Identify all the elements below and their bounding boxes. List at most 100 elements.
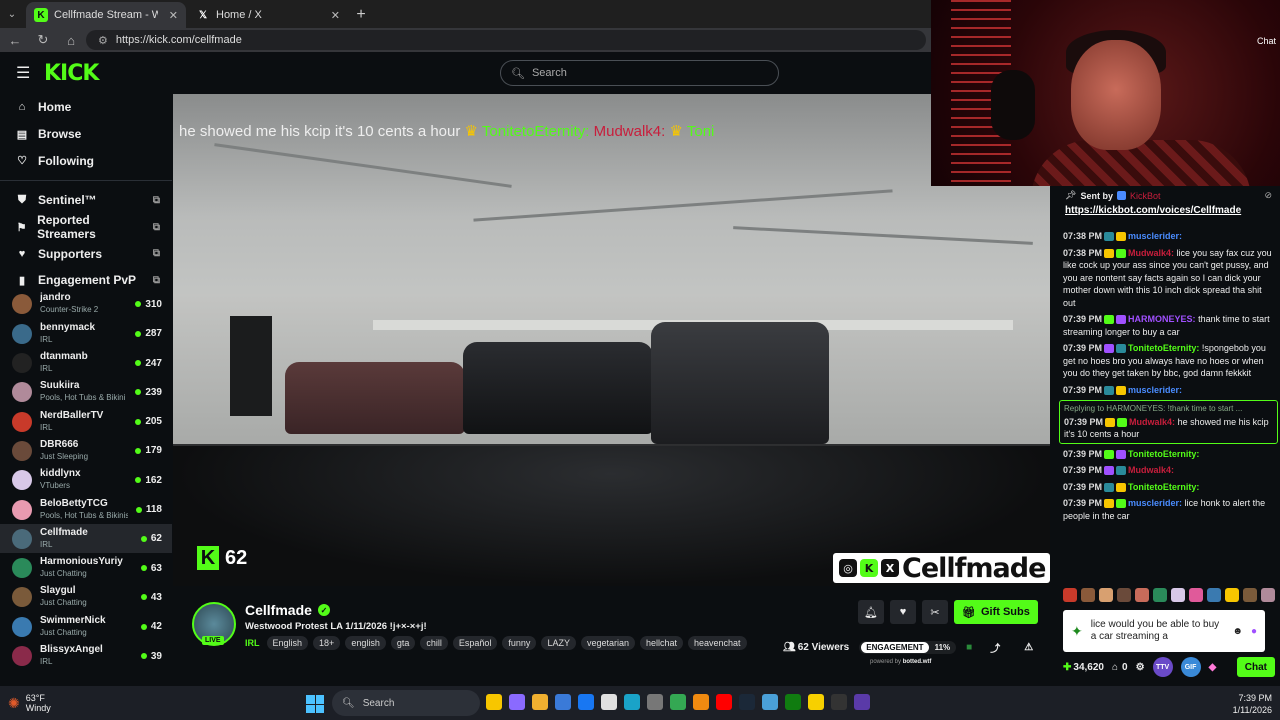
chat-message[interactable]: 07:38 PM Mudwalk4: lice you say fax cuz y… (1063, 247, 1274, 310)
amazon-icon[interactable] (601, 694, 617, 710)
weather-widget[interactable]: ✺ 63°F Windy (8, 693, 51, 713)
emote-icon[interactable] (1063, 588, 1077, 602)
green-square-icon[interactable]: ■ (966, 642, 972, 653)
taskbar-search[interactable]: 🔍︎ Search (332, 690, 480, 716)
sidebar-channel-belobettytcg[interactable]: BeloBettyTCG Pools, Hot Tubs & Bikinis 118 (0, 495, 172, 524)
sidebar-channel-blissyxangel[interactable]: BlissyxAngel IRL 39 (0, 641, 172, 670)
search-input[interactable]: 🔍︎ Search (500, 60, 779, 86)
chat-message[interactable]: 07:39 PM TonitetoEternity: !spongebob you… (1063, 342, 1274, 380)
stream-tag[interactable]: Español (452, 636, 498, 650)
settings-icon[interactable]: ⚙ (1136, 662, 1145, 673)
emoji-icon[interactable]: ☻ (1232, 626, 1243, 637)
emote-icon[interactable] (1081, 588, 1095, 602)
youtube-icon[interactable] (716, 694, 732, 710)
stream-tag[interactable]: 18+ (313, 636, 341, 650)
close-tab-icon[interactable]: ✕ (331, 9, 340, 22)
popout-icon[interactable]: ⧉ (153, 222, 160, 233)
message-user[interactable]: musclerider: (1128, 385, 1182, 395)
channel-points[interactable]: 34,620 (1073, 662, 1104, 673)
chat-message[interactable]: 07:39 PM Mudwalk4: (1063, 464, 1274, 477)
emote-icon[interactable] (1207, 588, 1221, 602)
stream-tag[interactable]: LAZY (541, 636, 576, 650)
emote-icon[interactable] (1135, 588, 1149, 602)
tab-x-home[interactable]: 𝕏 Home / X ✕ (188, 2, 348, 28)
sidebar-channel-kiddlynx[interactable]: kiddlynx VTubers 162 (0, 466, 172, 495)
obs-icon[interactable] (831, 694, 847, 710)
popout-icon[interactable]: ⧉ (153, 248, 160, 259)
sidebar-channel-jandro[interactable]: jandro Counter-Strike 2 310 (0, 290, 172, 319)
engagement-meter[interactable]: ENGAGEMENT 11% (859, 641, 957, 654)
streamer-name[interactable]: Cellfmade (245, 602, 312, 618)
message-user[interactable]: Mudwalk4: (1128, 465, 1174, 475)
message-user[interactable]: musclerider: (1128, 498, 1182, 508)
home-icon[interactable]: ⌂ (64, 33, 78, 48)
gift-subs-button[interactable]: 🎁︎ Gift Subs (954, 600, 1038, 624)
app-icon[interactable] (762, 694, 778, 710)
sparkle-icon[interactable]: ✦ (1071, 623, 1083, 640)
sidebar-item-following[interactable]: ♡ Following (0, 147, 172, 174)
emote-icon[interactable] (1261, 588, 1275, 602)
message-user[interactable]: TonitetoEternity: (1128, 449, 1199, 459)
chrome-icon[interactable] (670, 694, 686, 710)
notification-bell-button[interactable]: 🔔︎ (858, 600, 884, 624)
emote-icon[interactable] (1189, 588, 1203, 602)
sidebar-channel-slaygul[interactable]: Slaygul Just Chatting 43 (0, 583, 172, 612)
sidebar-item-sentinel[interactable]: ⛊ Sentinel™ ⧉ (0, 187, 172, 214)
ttv-extension-button[interactable]: TTV (1152, 657, 1173, 677)
emote-icon[interactable] (1225, 588, 1239, 602)
store-icon[interactable] (555, 694, 571, 710)
xbox-icon[interactable] (785, 694, 801, 710)
message-user[interactable]: HARMONEYES: (1128, 314, 1196, 324)
site-info-icon[interactable]: ⚙ (98, 34, 108, 47)
emote-icon[interactable] (1099, 588, 1113, 602)
popout-icon[interactable]: ⧉ (153, 275, 160, 286)
sidebar-channel-dbr666[interactable]: DBR666 Just Sleeping 179 (0, 436, 172, 465)
stream-tag[interactable]: funny (502, 636, 537, 650)
message-user[interactable]: TonitetoEternity: (1128, 343, 1199, 353)
folder-icon[interactable] (532, 694, 548, 710)
chat-message[interactable]: 07:38 PM musclerider: (1063, 230, 1274, 243)
facebook-icon[interactable] (578, 694, 594, 710)
chat-message[interactable]: 07:39 PM TonitetoEternity: (1063, 481, 1274, 494)
popout-icon[interactable]: ⧉ (153, 195, 160, 206)
message-user[interactable]: TonitetoEternity: (1128, 482, 1199, 492)
stream-tag[interactable]: gta (390, 636, 416, 650)
emote-icon[interactable]: ◆ (1209, 662, 1217, 673)
tab-kick-stream[interactable]: K Cellfmade Stream - Watch Liv ✕ (26, 2, 186, 28)
emote-icon[interactable] (1117, 588, 1131, 602)
chat-message[interactable]: 07:39 PM musclerider: lice honk to alert … (1063, 497, 1274, 522)
reload-icon[interactable]: ↻ (36, 32, 50, 48)
copilot-icon[interactable] (509, 694, 525, 710)
stream-tag[interactable]: English (266, 636, 309, 650)
sidebar-channel-nerdballertv[interactable]: NerdBallerTV IRL 205 (0, 407, 172, 436)
windows-start-icon[interactable] (306, 695, 324, 713)
category-link[interactable]: IRL (245, 638, 260, 648)
report-icon[interactable]: ⚠ (1024, 642, 1033, 653)
message-user[interactable]: Mudwalk4: (1128, 248, 1174, 258)
sidebar-channel-cellfmade[interactable]: Cellfmade IRL 62 (0, 524, 172, 554)
follow-heart-button[interactable]: ♥ (890, 600, 916, 624)
close-tab-icon[interactable]: ✕ (169, 9, 178, 22)
chat-message[interactable]: 07:39 PM musclerider: (1063, 384, 1274, 397)
menu-icon[interactable]: ☰ (16, 63, 30, 83)
vlc-icon[interactable] (693, 694, 709, 710)
sidebar-channel-swimmernick[interactable]: SwimmerNick Just Chatting 42 (0, 612, 172, 641)
chat-message[interactable]: 07:39 PM TonitetoEternity: (1063, 448, 1274, 461)
stream-tag[interactable]: hellchat (639, 636, 684, 650)
url-field[interactable]: ⚙ https://kick.com/cellfmade (86, 30, 926, 50)
wallet-icon[interactable]: ⌂ (1112, 662, 1118, 673)
sidebar-item-browse[interactable]: ▤ Browse (0, 121, 172, 148)
stream-tag[interactable]: english (345, 636, 386, 650)
sidebar-channel-suukiira[interactable]: Suukiira Pools, Hot Tubs & Bikini 239 (0, 378, 172, 407)
sidebar-channel-bennymack[interactable]: bennymack IRL 287 (0, 319, 172, 348)
chat-input[interactable]: ✦ lice would you be able to buy a car st… (1063, 610, 1265, 652)
chat-message[interactable]: 07:39 PM HARMONEYES: thank time to start … (1063, 313, 1274, 338)
message-user[interactable]: musclerider: (1128, 231, 1182, 241)
sidebar-item-home[interactable]: ⌂ Home (0, 94, 172, 121)
gif-extension-button[interactable]: GIF (1180, 657, 1201, 677)
chat-message[interactable]: Replying to HARMONEYES: !thank time to s… (1059, 400, 1278, 444)
pinned-user[interactable]: KickBot (1130, 191, 1161, 201)
send-chat-button[interactable]: Chat (1236, 657, 1275, 677)
pinned-link[interactable]: https://kickbot.com/voices/Cellfmade (1065, 205, 1272, 216)
new-tab-icon[interactable]: + (348, 2, 374, 28)
